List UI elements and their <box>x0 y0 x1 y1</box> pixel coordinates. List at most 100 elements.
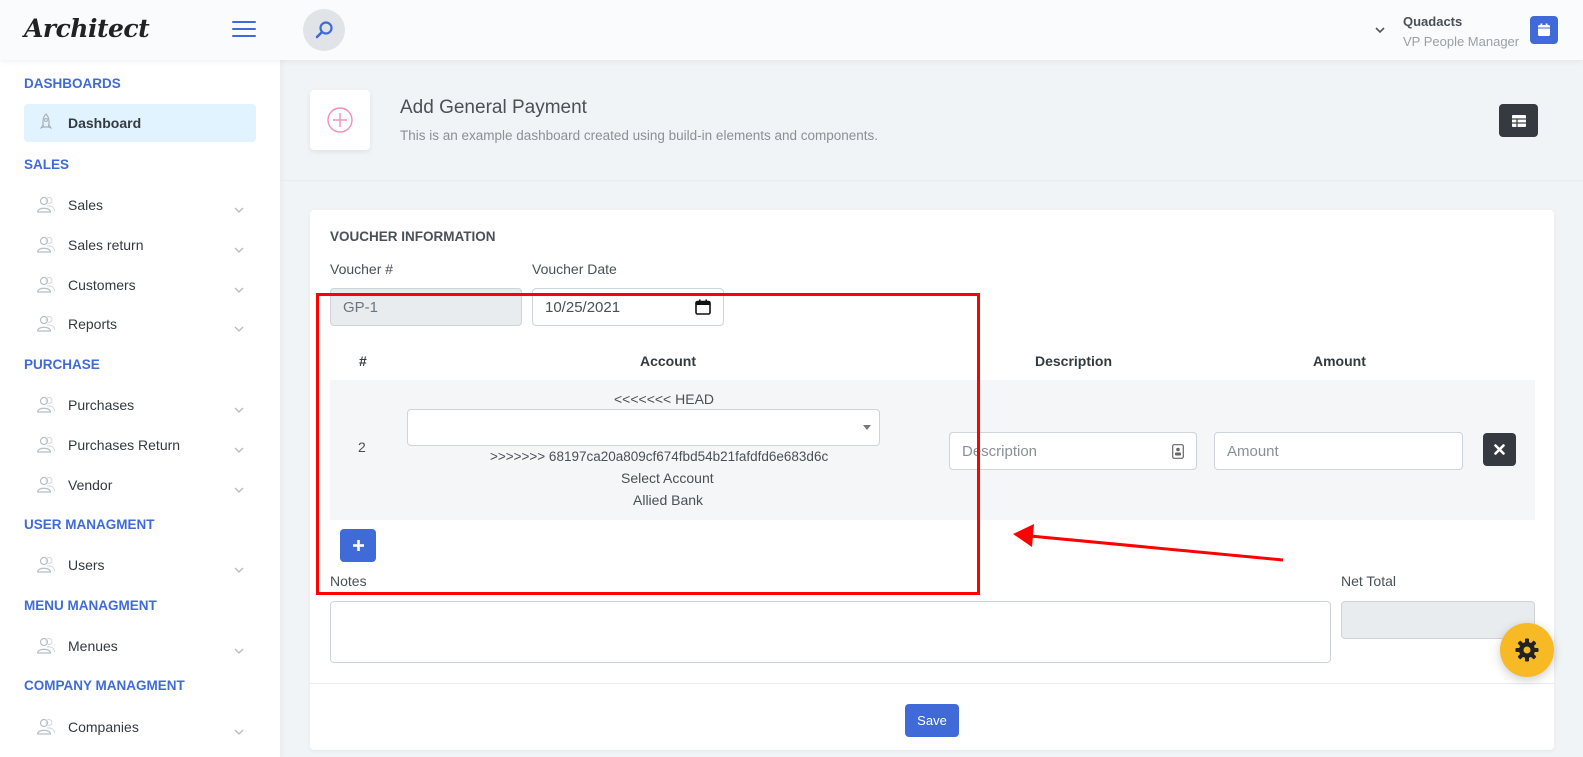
sidebar-item-label: Companies <box>68 719 139 735</box>
sidebar-heading: DASHBOARDS <box>24 76 121 91</box>
sidebar-item-companies[interactable]: Companies <box>24 708 256 746</box>
calendar-picker-icon[interactable] <box>695 299 711 315</box>
voucher-number-value: GP-1 <box>343 298 379 316</box>
chevron-down-icon <box>234 440 244 453</box>
chevron-down-icon <box>234 319 244 332</box>
close-icon <box>1494 444 1505 455</box>
top-header: Architect Quadacts VP People Manager <box>0 0 1583 60</box>
table-icon <box>1511 114 1526 127</box>
chevron-down-icon <box>234 200 244 213</box>
sidebar-heading: USER MANAGMENT <box>24 517 155 532</box>
user-name: Quadacts <box>1403 14 1463 29</box>
title-divider <box>280 180 1583 181</box>
sidebar-heading: MENU MANAGMENT <box>24 598 157 613</box>
sidebar-item-label: Vendor <box>68 477 113 493</box>
voucher-number-input[interactable]: GP-1 <box>330 288 522 326</box>
chevron-down-icon <box>234 240 244 253</box>
sidebar-heading: SALES <box>24 157 70 172</box>
users-icon <box>36 275 56 295</box>
calendar-button[interactable] <box>1530 16 1558 44</box>
users-icon <box>36 195 56 215</box>
user-role: VP People Manager <box>1403 34 1520 49</box>
col-header-account: Account <box>640 353 696 369</box>
rocket-icon <box>36 113 56 133</box>
gear-icon <box>1515 638 1539 662</box>
sidebar-item-sales-return[interactable]: Sales return <box>24 226 256 264</box>
sidebar-item-label: Purchases <box>68 397 135 413</box>
users-icon <box>36 717 56 737</box>
description-input[interactable]: Description <box>949 432 1197 470</box>
voucher-section-title: VOUCHER INFORMATION <box>330 229 496 244</box>
voucher-date-input[interactable]: 10/25/2021 <box>532 288 724 326</box>
sidebar-item-dashboard[interactable]: Dashboard <box>24 104 256 142</box>
notes-label: Notes <box>330 573 367 589</box>
card-footer-divider <box>310 683 1554 684</box>
sidebar-item-purchases-return[interactable]: Purchases Return <box>24 426 256 464</box>
voucher-number-label: Voucher # <box>330 261 394 277</box>
sidebar-item-vendor[interactable]: Vendor <box>24 466 256 504</box>
users-icon <box>36 235 56 255</box>
sidebar-heading: PURCHASE <box>24 357 100 372</box>
col-header-index: # <box>359 353 367 369</box>
remove-row-button[interactable] <box>1483 433 1516 466</box>
save-button[interactable]: Save <box>905 704 959 737</box>
amount-input[interactable]: Amount <box>1214 432 1463 470</box>
page-title: Add General Payment <box>400 97 587 118</box>
chevron-down-icon <box>234 560 244 573</box>
account-option-allied-bank[interactable]: Allied Bank <box>633 492 703 508</box>
voucher-date-value: 10/25/2021 <box>545 298 621 316</box>
add-circle-icon <box>327 107 353 133</box>
row-index: 2 <box>358 439 366 455</box>
sidebar-item-customers[interactable]: Customers <box>24 266 256 304</box>
notes-textarea[interactable] <box>330 601 1331 663</box>
sidebar-item-label: Menues <box>68 638 118 654</box>
sidebar-item-purchases[interactable]: Purchases <box>24 386 256 424</box>
users-icon <box>36 314 56 334</box>
col-header-description: Description <box>1035 353 1113 369</box>
voucher-date-label: Voucher Date <box>532 261 617 277</box>
settings-button[interactable] <box>1500 623 1554 677</box>
sidebar-heading: COMPANY MANAGMENT <box>24 678 185 693</box>
search-button[interactable] <box>303 9 345 51</box>
sidebar-item-menues[interactable]: Menues <box>24 627 256 665</box>
sidebar-item-label: Sales return <box>68 237 144 253</box>
calendar-icon <box>1538 23 1550 36</box>
sidebar-item-label: Users <box>68 557 105 573</box>
chevron-down-icon <box>234 480 244 493</box>
conflict-head-text: <<<<<<< HEAD <box>614 391 715 407</box>
chevron-down-icon <box>234 400 244 413</box>
add-row-button[interactable] <box>340 529 376 562</box>
sidebar-item-sales[interactable]: Sales <box>24 186 256 224</box>
page-subtitle: This is an example dashboard created usi… <box>400 128 879 143</box>
users-icon <box>36 395 56 415</box>
sidebar-item-users[interactable]: Users <box>24 546 256 584</box>
net-total-label: Net Total <box>1341 573 1396 589</box>
amount-placeholder: Amount <box>1227 442 1279 460</box>
contact-card-icon <box>1172 443 1184 459</box>
list-view-button[interactable] <box>1499 104 1538 137</box>
sidebar-item-label: Purchases Return <box>68 437 181 453</box>
col-header-amount: Amount <box>1313 353 1366 369</box>
chevron-down-icon <box>234 280 244 293</box>
menu-toggle-icon[interactable] <box>232 21 256 37</box>
plus-icon <box>352 540 364 551</box>
users-icon <box>36 555 56 575</box>
sidebar-item-reports[interactable]: Reports <box>24 305 256 343</box>
app-logo[interactable]: Architect <box>24 14 150 43</box>
user-dropdown-chevron-icon[interactable] <box>1375 23 1385 37</box>
users-icon <box>36 636 56 656</box>
conflict-hash-text: >>>>>>> 68197ca20a809cf674fbd54b21fafdfd… <box>490 449 829 464</box>
chevron-down-icon <box>234 641 244 654</box>
page-title-icon-box <box>310 90 370 150</box>
description-placeholder: Description <box>962 442 1038 460</box>
sidebar-item-label: Reports <box>68 316 118 332</box>
users-icon <box>36 435 56 455</box>
select-account-option[interactable]: Select Account <box>621 470 714 486</box>
dropdown-caret-icon <box>863 425 871 430</box>
search-icon <box>315 21 333 39</box>
sidebar-item-label: Sales <box>68 197 104 213</box>
account-select[interactable] <box>407 409 880 446</box>
sidebar-item-label: Dashboard <box>68 115 142 131</box>
users-icon <box>36 475 56 495</box>
chevron-down-icon <box>234 722 244 735</box>
